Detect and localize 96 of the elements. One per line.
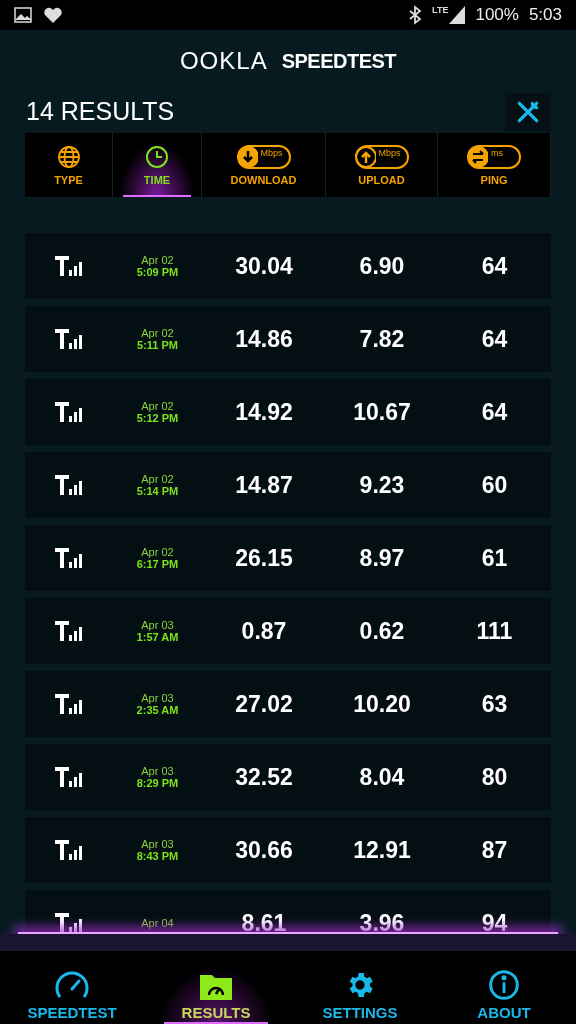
test-date: Apr 04 — [141, 917, 174, 929]
download-speed: 14.86 — [234, 324, 294, 354]
ping-value: 64 — [480, 251, 509, 281]
result-row[interactable]: Apr 03 1:57 AM 0.87 0.62 111 — [25, 598, 551, 664]
signal-icon — [449, 6, 466, 24]
result-row[interactable]: Apr 02 5:12 PM 14.92 10.67 64 — [25, 379, 551, 445]
tools-icon — [515, 99, 541, 125]
network-type: LTE — [432, 6, 449, 15]
test-time: 8:43 PM — [136, 850, 179, 862]
cell-signal-icon — [54, 693, 84, 715]
cell-signal-icon — [54, 255, 84, 277]
ping-value: 87 — [480, 835, 509, 865]
test-date: Apr 02 — [141, 473, 174, 485]
download-speed: 26.15 — [234, 543, 294, 573]
test-date: Apr 02 — [141, 400, 174, 412]
result-row[interactable]: Apr 02 5:09 PM 30.04 6.90 64 — [25, 233, 551, 299]
test-time: 6:17 PM — [136, 558, 179, 570]
download-speed: 0.87 — [240, 616, 288, 646]
column-sort-tab[interactable]: Mbps DOWNLOAD — [202, 133, 326, 197]
app-title: SPEEDTEST — [281, 51, 397, 71]
test-date: Apr 03 — [141, 692, 174, 704]
unit-label: ms — [491, 149, 503, 158]
cell-signal-icon — [54, 474, 84, 496]
bluetooth-icon — [408, 5, 423, 25]
battery-level: 100% — [475, 4, 519, 27]
clock-time: 5:03 — [528, 4, 562, 27]
download-speed: 8.61 — [240, 908, 288, 932]
results-count: 14 RESULTS — [26, 96, 175, 128]
upload-speed: 9.23 — [358, 470, 406, 500]
result-row[interactable]: Apr 02 5:11 PM 14.86 7.82 64 — [25, 306, 551, 372]
upload-speed: 10.67 — [352, 397, 412, 427]
image-icon — [14, 7, 32, 23]
upload-speed: 8.97 — [358, 543, 406, 573]
clock-icon — [145, 144, 169, 169]
nav-tab[interactable]: ABOUT — [432, 951, 576, 1024]
test-time: 5:12 PM — [136, 412, 179, 424]
download-speed: 14.87 — [234, 470, 294, 500]
cell-signal-icon — [54, 766, 84, 788]
column-sort-tab[interactable]: Mbps UPLOAD — [326, 133, 438, 197]
test-date: Apr 03 — [141, 765, 174, 777]
result-row[interactable]: Apr 02 5:14 PM 14.87 9.23 60 — [25, 452, 551, 518]
nav-tab[interactable]: SPEEDTEST — [0, 951, 144, 1024]
cell-signal-icon — [54, 839, 84, 861]
upload-speed: 3.96 — [358, 908, 406, 932]
test-date: Apr 02 — [141, 546, 174, 558]
test-time: 1:57 AM — [136, 631, 179, 643]
upload-speed: 0.62 — [358, 616, 406, 646]
up-arrow-icon — [355, 146, 376, 167]
upload-speed: 7.82 — [358, 324, 406, 354]
upload-speed: 6.90 — [358, 251, 406, 281]
result-row[interactable]: Apr 03 2:35 AM 27.02 10.20 63 — [25, 671, 551, 737]
down-arrow-icon — [237, 146, 258, 167]
test-date: Apr 03 — [141, 838, 174, 850]
cell-signal-icon — [54, 401, 84, 423]
cell-signal-icon — [54, 912, 84, 932]
test-time: 2:35 AM — [136, 704, 179, 716]
info-icon — [488, 969, 520, 1001]
test-date: Apr 03 — [141, 619, 174, 631]
download-speed: 14.92 — [234, 397, 294, 427]
download-speed: 30.66 — [234, 835, 294, 865]
upload-speed: 8.04 — [358, 762, 406, 792]
test-time: 5:09 PM — [136, 266, 179, 278]
test-date: Apr 02 — [141, 254, 174, 266]
ping-value: 80 — [480, 762, 509, 792]
test-time: 8:29 PM — [136, 777, 179, 789]
ping-value: 94 — [480, 908, 509, 932]
result-row[interactable]: Apr 04 8.61 3.96 94 — [25, 890, 551, 932]
download-speed: 27.02 — [234, 689, 294, 719]
upload-speed: 10.20 — [352, 689, 412, 719]
column-sort-tab[interactable]: ms PING — [438, 133, 551, 197]
logo: OOKLA — [179, 49, 268, 73]
ping-value: 60 — [480, 470, 509, 500]
unit-label: Mbps — [260, 149, 283, 158]
test-date: Apr 02 — [141, 327, 174, 339]
ping-value: 64 — [480, 397, 509, 427]
result-row[interactable]: Apr 02 6:17 PM 26.15 8.97 61 — [25, 525, 551, 591]
cell-signal-icon — [54, 328, 84, 350]
ping-value: 63 — [480, 689, 509, 719]
swap-arrows-icon — [468, 146, 488, 167]
globe-icon — [56, 144, 81, 169]
test-time: 5:11 PM — [137, 339, 178, 351]
unit-label: Mbps — [378, 149, 401, 158]
download-speed: 32.52 — [234, 762, 294, 792]
ping-value: 64 — [480, 324, 509, 354]
ping-value: 61 — [480, 543, 509, 573]
result-row[interactable]: Apr 03 8:43 PM 30.66 12.91 87 — [25, 817, 551, 883]
result-row[interactable]: Apr 03 8:29 PM 32.52 8.04 80 — [25, 744, 551, 810]
download-speed: 30.04 — [234, 251, 294, 281]
cell-signal-icon — [54, 547, 84, 569]
nav-tab[interactable]: SETTINGS — [288, 951, 432, 1024]
upload-speed: 12.91 — [352, 835, 412, 865]
selected-underline — [123, 195, 191, 197]
test-time: 5:14 PM — [136, 485, 179, 497]
tools-button[interactable] — [505, 93, 551, 131]
cell-signal-icon — [54, 620, 84, 642]
ping-value: 111 — [475, 616, 514, 646]
